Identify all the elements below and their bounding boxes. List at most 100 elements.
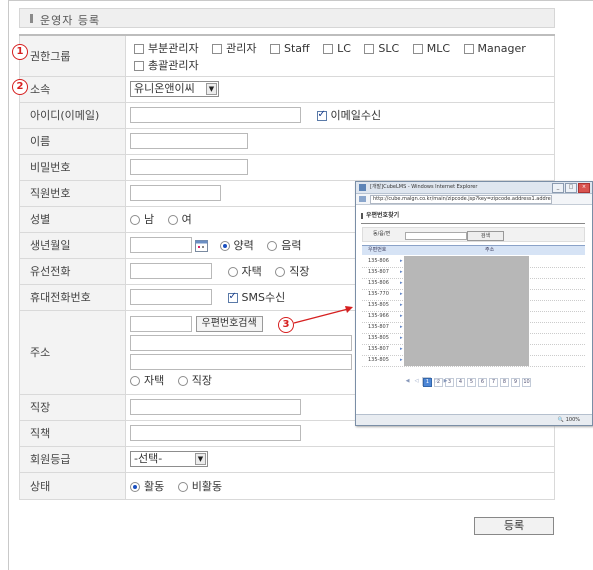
radio[interactable] — [267, 241, 278, 251]
radio[interactable] — [130, 215, 140, 225]
radio[interactable] — [219, 241, 230, 251]
close-icon[interactable]: × — [578, 183, 590, 193]
group-option[interactable]: 관리자 — [212, 40, 256, 57]
checkbox[interactable] — [323, 43, 334, 54]
sms-consent-checkbox[interactable] — [227, 291, 238, 303]
page-title: 운영자 등록 — [40, 14, 101, 27]
zip-search-button[interactable]: 우편번호검색 — [195, 315, 263, 332]
user-id-input[interactable] — [130, 107, 301, 123]
address1-input[interactable] — [130, 334, 352, 351]
page-number[interactable]: 10 — [522, 378, 531, 387]
zipcode-popup-window[interactable]: [개발]CubeLMS - Windows Internet Explorer … — [355, 181, 593, 426]
mobile-input[interactable] — [130, 289, 212, 305]
checkbox[interactable] — [134, 61, 144, 72]
radio[interactable] — [167, 215, 178, 225]
page-number[interactable]: 1 — [423, 378, 432, 387]
calendar-icon[interactable] — [195, 239, 208, 252]
landline-input[interactable] — [130, 263, 212, 279]
group-option[interactable]: 부분관리자 — [134, 40, 199, 57]
checkbox[interactable] — [269, 43, 280, 54]
birthday-input[interactable] — [130, 237, 192, 253]
popup-titlebar[interactable]: [개발]CubeLMS - Windows Internet Explorer … — [356, 182, 592, 194]
zipcode-cell[interactable]: 135-770 — [368, 289, 389, 300]
title-marker — [30, 14, 33, 23]
label-user-id: 아이디(이메일) — [19, 101, 126, 129]
calendar-type-option[interactable]: 음력 — [267, 237, 302, 253]
chevron-down-icon[interactable]: ▼ — [195, 453, 206, 465]
zipcode-input[interactable] — [130, 315, 192, 332]
row-status: 상태 활동 비활동 — [19, 471, 555, 500]
checkbox[interactable] — [463, 43, 474, 54]
popup-search-button[interactable]: 검색 — [467, 231, 504, 241]
affiliation-select[interactable]: 유니온앤이씨 ▼ — [130, 81, 219, 97]
zipcode-cell[interactable]: 135-966 — [368, 311, 389, 322]
chevron-down-icon[interactable]: ▼ — [206, 83, 217, 95]
zipcode-cell[interactable]: 135-805 — [368, 333, 389, 344]
email-consent-checkbox[interactable] — [316, 109, 327, 121]
gender-option[interactable]: 남 — [130, 211, 154, 227]
radio[interactable] — [177, 481, 188, 492]
radio[interactable] — [130, 481, 140, 492]
password-input[interactable] — [130, 159, 248, 175]
page-number[interactable]: 4 — [456, 378, 465, 387]
row-bullet-icon: ▸ — [400, 280, 403, 286]
page-number[interactable]: 5 — [467, 378, 476, 387]
radio[interactable] — [177, 376, 188, 387]
zipcode-cell[interactable]: 135-807 — [368, 322, 389, 333]
name-input[interactable] — [130, 133, 248, 149]
landline-type-option[interactable]: 직장 — [275, 263, 310, 279]
group-option[interactable]: LC — [323, 40, 351, 57]
popup-url[interactable]: http://cube.malgn.co.kr/main/zipcode.jsp… — [370, 195, 552, 204]
page-number[interactable]: 8 — [500, 378, 509, 387]
section-title-bar: 운영자 등록 — [19, 8, 555, 28]
zipcode-cell[interactable]: 135-806 — [368, 278, 389, 289]
page-number[interactable]: 6 — [478, 378, 487, 387]
zipcode-cell[interactable]: 135-805 — [368, 300, 389, 311]
next-page-icon[interactable]: ▷ — [433, 378, 440, 385]
address-type-option[interactable]: 직장 — [177, 371, 212, 390]
popup-search-input[interactable] — [405, 232, 467, 240]
zipcode-cell[interactable]: 135-805 — [368, 355, 389, 366]
checkbox[interactable] — [364, 43, 375, 54]
group-option[interactable]: Manager — [463, 40, 526, 57]
maximize-icon[interactable]: □ — [565, 183, 577, 193]
popup-statusbar: 🔍 100% — [356, 414, 592, 425]
checkbox[interactable] — [412, 43, 423, 54]
status-option[interactable]: 비활동 — [177, 478, 222, 494]
zoom-level[interactable]: 🔍 100% — [558, 415, 580, 425]
row-password: 비밀번호 — [19, 153, 555, 181]
zipcode-cell[interactable]: 135-807 — [368, 344, 389, 355]
group-option[interactable]: Staff — [269, 40, 310, 57]
gender-option[interactable]: 여 — [167, 211, 192, 227]
status-option[interactable]: 활동 — [130, 478, 164, 494]
member-grade-select[interactable]: -선택- ▼ — [130, 451, 208, 467]
last-page-icon[interactable]: ▶ — [442, 378, 449, 385]
register-button[interactable]: 등록 — [474, 517, 554, 535]
landline-type-option[interactable]: 자택 — [227, 263, 262, 279]
radio[interactable] — [227, 267, 238, 277]
first-page-icon[interactable]: ◀ — [404, 378, 411, 385]
group-option[interactable]: MLC — [412, 40, 450, 57]
label-landline: 유선전화 — [19, 257, 126, 285]
workplace-input[interactable] — [130, 399, 301, 415]
sms-consent[interactable]: SMS수신 — [227, 289, 285, 305]
address2-input[interactable] — [130, 353, 352, 370]
minimize-icon[interactable]: _ — [552, 183, 564, 193]
radio[interactable] — [275, 267, 286, 277]
group-option[interactable]: 총괄관리자 — [134, 57, 199, 74]
prev-page-icon[interactable]: ◁ — [413, 378, 420, 385]
zipcode-cell[interactable]: 135-806 — [368, 256, 389, 267]
calendar-type-option[interactable]: 양력 — [219, 237, 254, 253]
email-consent[interactable]: 이메일수신 — [316, 107, 381, 123]
page-number[interactable]: 7 — [489, 378, 498, 387]
employee-no-input[interactable] — [130, 185, 221, 201]
label-gender: 성별 — [19, 205, 126, 233]
position-input[interactable] — [130, 425, 301, 441]
group-option[interactable]: SLC — [364, 40, 399, 57]
checkbox[interactable] — [134, 43, 144, 54]
page-number[interactable]: 9 — [511, 378, 520, 387]
checkbox[interactable] — [212, 43, 223, 54]
radio[interactable] — [130, 376, 140, 387]
zipcode-cell[interactable]: 135-807 — [368, 267, 389, 278]
address-type-option[interactable]: 자택 — [130, 371, 164, 390]
